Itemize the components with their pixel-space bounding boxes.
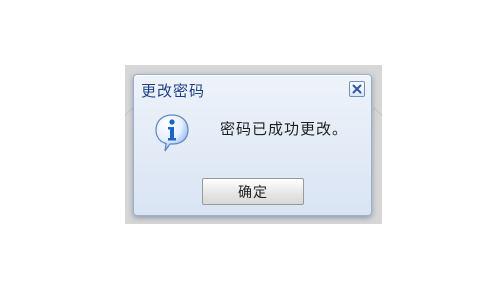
ok-button[interactable]: 确定 — [202, 178, 304, 205]
alert-dialog: 更改密码 密码已成功更改。 确定 — [133, 74, 372, 216]
ok-button-label: 确定 — [238, 184, 268, 201]
dialog-title: 更改密码 — [141, 82, 206, 100]
close-button[interactable] — [349, 81, 365, 97]
status-message: 密码已成功更改。 — [220, 120, 349, 138]
close-icon — [352, 84, 362, 94]
info-icon — [155, 114, 189, 152]
